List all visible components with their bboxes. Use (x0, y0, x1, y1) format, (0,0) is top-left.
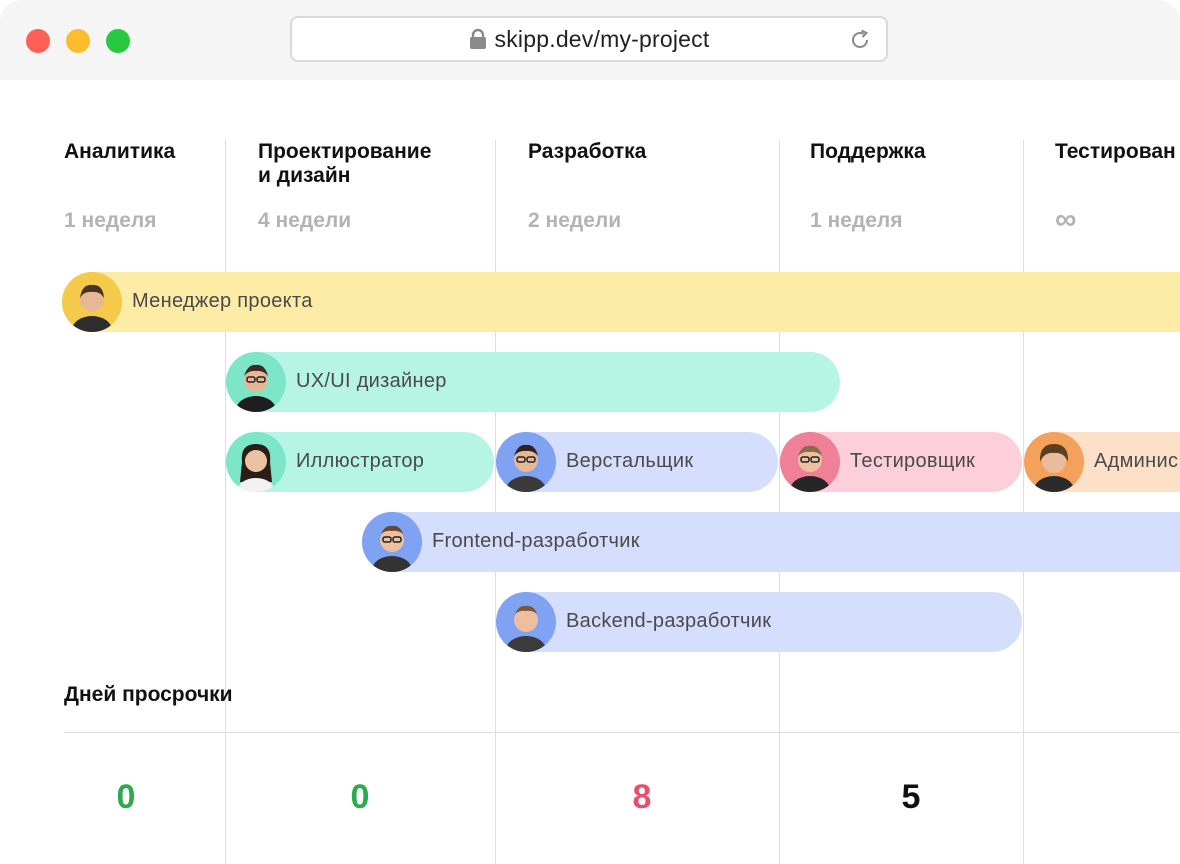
phase-duration-design: 4 недели (258, 209, 352, 232)
phase-duration-testing: ∞ (1055, 203, 1077, 236)
person-icon (506, 605, 546, 652)
url-text: skipp.dev/my-project (494, 25, 710, 52)
avatar (496, 432, 556, 492)
column-divider (495, 140, 496, 864)
role-bar-frontend-developer[interactable]: Frontend-разработчик (362, 512, 1180, 572)
person-icon (1034, 444, 1074, 492)
avatar (226, 432, 286, 492)
reload-icon[interactable] (848, 28, 872, 52)
overdue-days-development: 8 (632, 778, 652, 816)
overdue-days-design: 0 (350, 778, 370, 816)
avatar (362, 512, 422, 572)
avatar (1024, 432, 1084, 492)
role-bar-backend-developer[interactable]: Backend-разработчик (496, 592, 1022, 652)
lock-icon (469, 28, 486, 49)
role-bar-tester[interactable]: Тестировщик (780, 432, 1022, 492)
role-label: Тестировщик (850, 450, 976, 472)
column-divider (225, 140, 226, 864)
column-divider (779, 140, 780, 864)
overdue-days-analytics: 0 (116, 778, 136, 816)
person-icon (72, 284, 112, 332)
minimize-window-button[interactable] (66, 29, 90, 53)
phase-title-design: Проектирование и дизайн (258, 140, 432, 187)
role-label: Админис (1094, 450, 1179, 472)
column-divider (1023, 140, 1024, 864)
phase-duration-analytics: 1 неделя (64, 209, 157, 232)
role-bar-project-manager[interactable]: Менеджер проекта (62, 272, 1180, 332)
phase-duration-support: 1 неделя (810, 209, 903, 232)
address-bar[interactable]: skipp.dev/my-project (290, 16, 888, 62)
person-icon (236, 364, 276, 412)
role-label: Менеджер проекта (132, 290, 313, 312)
role-label: UX/UI дизайнер (296, 370, 447, 392)
overdue-days-title: Дней просрочки (64, 683, 233, 706)
role-bar-administrator[interactable]: Админис (1024, 432, 1180, 492)
close-window-button[interactable] (26, 29, 50, 53)
avatar (226, 352, 286, 412)
person-icon (238, 444, 274, 492)
phase-title-analytics: Аналитика (64, 140, 176, 163)
role-label: Верстальщик (566, 450, 694, 472)
role-label: Иллюстратор (296, 450, 425, 472)
phase-title-development: Разработка (528, 140, 647, 163)
browser-titlebar: skipp.dev/my-project (0, 0, 1180, 80)
phase-title-testing: Тестирован (1055, 140, 1176, 163)
role-bar-ux-ui-designer[interactable]: UX/UI дизайнер (226, 352, 840, 412)
person-icon (790, 445, 830, 492)
person-icon (372, 525, 412, 572)
role-label: Frontend-разработчик (432, 530, 640, 552)
avatar (780, 432, 840, 492)
phase-title-support: Поддержка (810, 140, 926, 163)
divider (64, 732, 1180, 733)
phase-duration-development: 2 недели (528, 209, 622, 232)
role-bar-illustrator[interactable]: Иллюстратор (226, 432, 494, 492)
avatar (496, 592, 556, 652)
overdue-days-support: 5 (901, 778, 921, 816)
maximize-window-button[interactable] (106, 29, 130, 53)
browser-window: skipp.dev/my-project Аналитика 1 неделя … (0, 0, 1180, 864)
person-icon (506, 444, 546, 492)
role-bar-layout-designer[interactable]: Верстальщик (496, 432, 778, 492)
avatar (62, 272, 122, 332)
role-label: Backend-разработчик (566, 610, 772, 632)
